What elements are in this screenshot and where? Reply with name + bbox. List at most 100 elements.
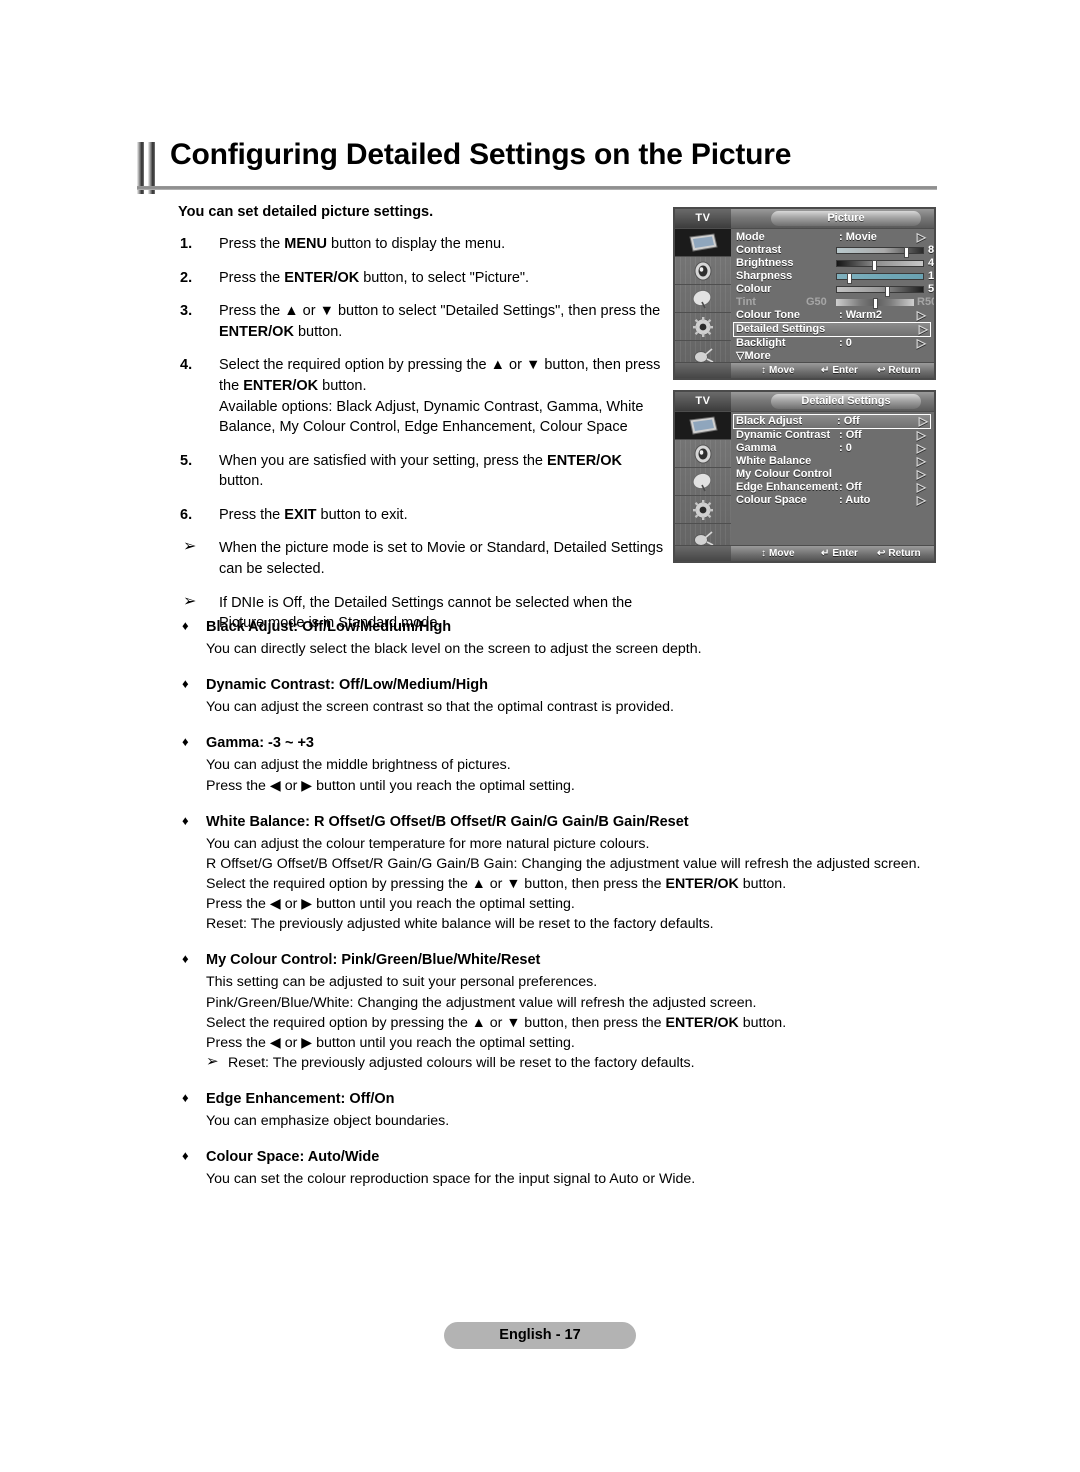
osd-footer-return[interactable]: ↩ Return — [877, 363, 921, 378]
option-body-line: R Offset/G Offset/B Offset/R Gain/G Gain… — [206, 855, 921, 872]
option-dynamic-contrast: ♦ Dynamic Contrast: Off/Low/Medium/High … — [178, 675, 940, 717]
chevron-right-icon: ▷ — [918, 414, 928, 428]
option-sub-note-text: Reset: The previously adjusted colours w… — [228, 1055, 695, 1072]
tint-slider-track[interactable] — [836, 298, 914, 309]
option-body-line: Select the required option by pressing t… — [206, 1013, 940, 1033]
sharpness-slider-track[interactable] — [836, 273, 924, 284]
osd-sidebar-icon-sound[interactable] — [675, 440, 731, 468]
option-white-balance: ♦ White Balance: R Offset/G Offset/B Off… — [178, 812, 940, 935]
osd-row-colour-tone[interactable]: Colour Tone : Warm2 ▷ — [736, 309, 930, 322]
note-1: ➢ When the picture mode is set to Movie … — [178, 538, 670, 579]
osd-row-sharpness[interactable]: Sharpness 10 — [736, 270, 934, 284]
contrast-slider-track[interactable] — [836, 247, 924, 258]
step-1-text-pre: Press the — [219, 236, 285, 253]
colour-slider-track[interactable] — [836, 286, 924, 297]
diamond-bullet-icon: ♦ — [182, 676, 189, 692]
step-2-keyword: ENTER/OK — [284, 269, 360, 286]
osd-row-dynamic-contrast[interactable]: Dynamic Contrast : Off ▷ — [736, 429, 930, 442]
osd-row-colour-space[interactable]: Colour Space : Auto ▷ — [736, 494, 930, 507]
option-body-line: You can emphasize object boundaries. — [206, 1113, 450, 1130]
option-heading-text: Colour Space: Auto/Wide — [206, 1149, 380, 1166]
up-down-arrow-icon: ↕ — [761, 365, 766, 376]
osd-detailed-footer: ↕ Move ↵ Enter ↩ Return — [675, 545, 934, 561]
enter-key-icon: ↵ — [821, 548, 830, 559]
osd-footer-move-label: Move — [769, 548, 795, 559]
osd-row-black-adjust[interactable]: Black Adjust : Off ▷ — [733, 414, 931, 429]
return-arrow-icon: ↩ — [877, 548, 886, 559]
osd-sidebar — [675, 229, 731, 369]
option-line-keyword: ENTER/OK — [665, 876, 739, 892]
osd-sidebar-icon-picture[interactable] — [675, 229, 731, 257]
diamond-bullet-icon: ♦ — [182, 1148, 189, 1164]
option-heading-text: Gamma: -3 ~ +3 — [206, 735, 314, 752]
osd-row-gamma[interactable]: Gamma : 0 ▷ — [736, 442, 930, 455]
speaker-icon — [694, 261, 712, 280]
page-footer: English - 17 — [0, 1322, 1080, 1349]
osd-footer-enter[interactable]: ↵ Enter — [821, 363, 858, 378]
option-body-line: You can adjust the screen contrast so th… — [206, 699, 674, 716]
osd-sidebar-icon-sound[interactable] — [675, 257, 731, 285]
step-3: 3. Press the ▲ or ▼ button to select "De… — [178, 301, 670, 342]
osd-row-mode[interactable]: Mode : Movie ▷ — [736, 231, 930, 244]
osd-row-colour[interactable]: Colour 53 — [736, 283, 934, 297]
tint-slider-knob[interactable] — [872, 298, 878, 309]
osd-row-white-balance[interactable]: White Balance ▷ — [736, 455, 930, 468]
osd-row-label: Backlight — [736, 337, 786, 349]
osd-sidebar-icon-setup[interactable] — [675, 496, 731, 524]
note-1-text: When the picture mode is set to Movie or… — [219, 540, 664, 578]
osd-row-tint[interactable]: Tint G50 R50 — [736, 296, 934, 309]
osd-footer-pad — [675, 546, 731, 561]
osd-row-label: Brightness — [736, 257, 794, 269]
osd-row-value: : Off — [837, 415, 860, 427]
step-4-options: Available options: Black Adjust, Dynamic… — [219, 398, 644, 436]
osd-row-value: : Warm2 — [839, 309, 882, 321]
option-gamma: ♦ Gamma: -3 ~ +3 You can adjust the midd… — [178, 733, 940, 795]
step-6-text-post: button to exit. — [316, 506, 408, 523]
step-5-text-post: button. — [219, 473, 264, 490]
option-body: You can directly select the black level … — [178, 639, 940, 659]
osd-row-value: : 0 — [839, 442, 852, 454]
step-3-number: 3. — [180, 303, 193, 320]
osd-row-contrast[interactable]: Contrast 80 — [736, 244, 934, 258]
osd-row-label: Detailed Settings — [736, 323, 826, 335]
osd-row-value: : Auto — [839, 494, 871, 506]
osd-sidebar-icon-picture[interactable] — [675, 412, 731, 440]
osd-row-backlight[interactable]: Backlight : 0 ▷ — [736, 337, 930, 350]
osd-footer-return[interactable]: ↩ Return — [877, 546, 921, 561]
osd-footer-enter-label: Enter — [832, 548, 858, 559]
osd-footer-enter[interactable]: ↵ Enter — [821, 546, 858, 561]
option-sub-note: ➢ Reset: The previously adjusted colours… — [206, 1053, 940, 1073]
osd-sidebar-icon-channel[interactable] — [675, 285, 731, 313]
tint-left-label: G50 — [806, 296, 827, 308]
osd-sidebar-icon-channel[interactable] — [675, 468, 731, 496]
brightness-slider-track[interactable] — [836, 260, 924, 271]
osd-row-edge-enhancement[interactable]: Edge Enhancement : Off ▷ — [736, 481, 930, 494]
osd-row-my-colour-control[interactable]: My Colour Control ▷ — [736, 468, 930, 481]
picture-screen-icon — [689, 416, 718, 435]
chevron-right-icon: ▷ — [918, 322, 928, 336]
option-heading: ♦ Black Adjust: Off/Low/Medium/High — [178, 617, 940, 638]
chevron-right-icon: ▷ — [916, 308, 926, 322]
osd-row-detailed-settings[interactable]: Detailed Settings ▷ — [733, 322, 931, 337]
option-heading-text: White Balance: R Offset/G Offset/B Offse… — [206, 813, 689, 830]
chevron-right-icon: ▷ — [916, 493, 926, 507]
note-arrow-icon: ➢ — [183, 592, 197, 610]
step-2-text-pre: Press the — [219, 269, 285, 286]
option-edge-enhancement: ♦ Edge Enhancement: Off/On You can empha… — [178, 1089, 940, 1131]
osd-detailed-titlebar: TV Detailed Settings — [675, 392, 934, 412]
picture-screen-icon — [689, 233, 718, 252]
step-5: 5. When you are satisfied with your sett… — [178, 451, 670, 492]
osd-row-value: : Off — [839, 429, 862, 441]
option-body-line: Press the ◀ or ▶ button until you reach … — [206, 1034, 575, 1051]
osd-sidebar-icon-setup[interactable] — [675, 313, 731, 341]
enter-key-icon: ↵ — [821, 365, 830, 376]
satellite-dish-icon — [692, 289, 712, 308]
option-heading: ♦ White Balance: R Offset/G Offset/B Off… — [178, 812, 940, 833]
step-4-text-post: button. — [318, 378, 367, 395]
osd-footer-move[interactable]: ↕ Move — [761, 546, 795, 561]
option-line-pre: Select the required option by pressing t… — [206, 876, 666, 892]
osd-footer-move[interactable]: ↕ Move — [761, 363, 795, 378]
instructions-column: You can set detailed picture settings. 1… — [178, 203, 670, 647]
osd-footer-enter-label: Enter — [832, 365, 858, 376]
osd-row-brightness[interactable]: Brightness 45 — [736, 257, 934, 271]
